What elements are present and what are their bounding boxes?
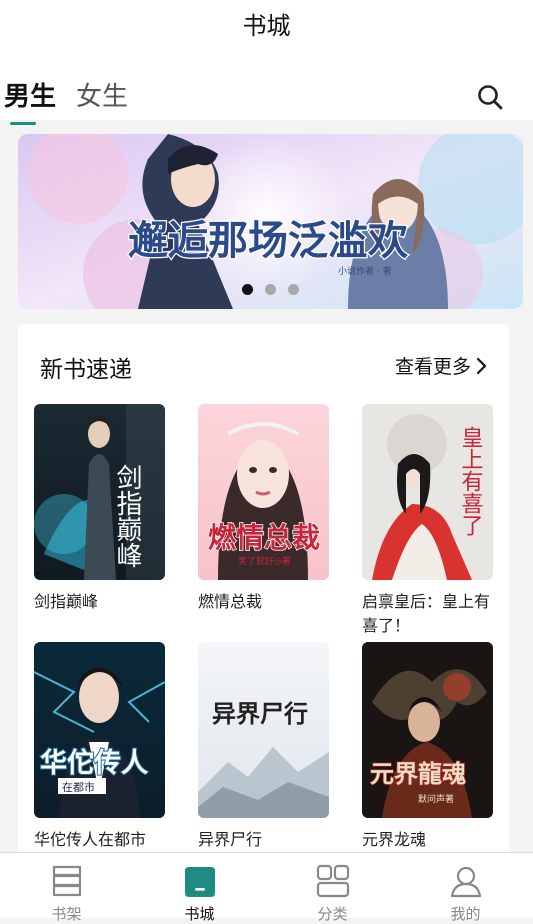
- book-title: 剑指巅峰: [34, 592, 99, 611]
- book-cover[interactable]: 异界尸行: [198, 642, 329, 818]
- nav-item-bookstore[interactable]: 书城: [133, 853, 266, 923]
- book-item[interactable]: 皇上有喜了 启禀皇后：皇上有喜了！: [362, 404, 493, 638]
- nav-item-bookshelf[interactable]: 书架: [0, 853, 133, 923]
- new-books-section: 新书速递 查看更多 剑指巅峰 剑指巅峰 燃情总裁 笑了就好◎著 燃情总裁 皇上有…: [18, 324, 509, 884]
- nav-item-category[interactable]: 分类: [266, 853, 399, 923]
- carousel-dot[interactable]: [288, 284, 299, 295]
- cover-title-text: 异界尸行: [212, 699, 308, 728]
- cover-title-text: 剑指巅峰: [112, 464, 142, 568]
- bookshelf-icon: [52, 865, 82, 897]
- view-more-link[interactable]: 查看更多: [395, 352, 487, 379]
- page-title: 书城: [242, 12, 291, 40]
- carousel-dots: [18, 284, 523, 295]
- active-tab-indicator: [10, 122, 36, 125]
- carousel-dot[interactable]: [265, 284, 276, 295]
- section-title: 新书速递: [40, 357, 132, 383]
- cover-author-text: 默问声著: [418, 793, 454, 805]
- book-title: 启禀皇后：皇上有喜了！: [362, 592, 491, 635]
- cover-title-text: 皇上有喜了: [458, 426, 484, 536]
- book-cover[interactable]: 华佗传人 在都市: [34, 642, 165, 818]
- cover-sub-text: 在都市: [62, 780, 95, 794]
- bookstore-icon: [185, 867, 215, 897]
- banner-author-text: 小说作者 · 著: [338, 265, 392, 277]
- book-item[interactable]: 华佗传人 在都市 华佗传人在都市: [34, 642, 165, 852]
- profile-icon: [450, 866, 482, 898]
- tab-female[interactable]: 女生: [76, 76, 128, 113]
- book-item[interactable]: 异界尸行 异界尸行: [198, 642, 329, 852]
- book-item[interactable]: 燃情总裁 笑了就好◎著 燃情总裁: [198, 404, 329, 614]
- carousel-dot[interactable]: [242, 284, 253, 295]
- view-more-label: 查看更多: [394, 356, 471, 378]
- search-icon[interactable]: [477, 84, 503, 110]
- book-cover[interactable]: 剑指巅峰: [34, 404, 165, 580]
- promo-banner[interactable]: 邂逅那场泛滥欢 小说作者 · 著: [18, 134, 523, 309]
- book-title: 华佗传人在都市: [34, 830, 147, 849]
- book-title: 燃情总裁: [198, 592, 263, 611]
- nav-label: 书城: [184, 905, 215, 923]
- cover-author-text: 笑了就好◎著: [238, 555, 291, 567]
- book-cover[interactable]: 皇上有喜了: [362, 404, 493, 580]
- cover-title-text: 华佗传人: [40, 747, 148, 779]
- book-cover[interactable]: 元界龍魂 默问声著: [362, 642, 493, 818]
- book-title: 元界龙魂: [362, 830, 427, 849]
- tab-male[interactable]: 男生: [4, 76, 56, 113]
- cover-title-text: 燃情总裁: [208, 521, 320, 554]
- nav-item-profile[interactable]: 我的: [399, 853, 532, 923]
- book-title: 异界尸行: [198, 830, 263, 849]
- bottom-nav: 书架 书城 分类 我的: [0, 852, 533, 923]
- cover-title-text: 元界龍魂: [370, 759, 466, 788]
- book-item[interactable]: 剑指巅峰 剑指巅峰: [34, 404, 165, 614]
- banner-title-text: 邂逅那场泛滥欢: [128, 217, 408, 264]
- category-icon: [316, 864, 350, 898]
- book-cover[interactable]: 燃情总裁 笑了就好◎著: [198, 404, 329, 580]
- banner-image: 邂逅那场泛滥欢 小说作者 · 著: [18, 134, 523, 309]
- nav-label: 分类: [317, 905, 348, 923]
- nav-label: 书架: [51, 905, 82, 923]
- top-bar: 书城 男生 女生: [0, 0, 533, 125]
- chevron-right-icon: [476, 357, 487, 374]
- nav-label: 我的: [450, 905, 481, 923]
- book-item[interactable]: 元界龍魂 默问声著 元界龙魂: [362, 642, 493, 852]
